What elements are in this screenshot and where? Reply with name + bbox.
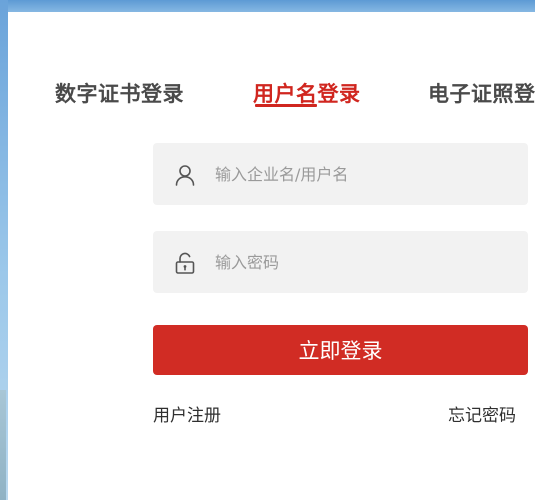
username-field[interactable] bbox=[153, 143, 528, 205]
user-icon bbox=[173, 163, 197, 187]
active-tab-indicator bbox=[255, 104, 317, 107]
login-panel: 数字证书登录 用户名登录 电子证照登 立即登录 用户注册 忘记密码 bbox=[8, 12, 535, 500]
password-field[interactable] bbox=[153, 231, 528, 293]
background-sky-top bbox=[0, 0, 535, 12]
login-button[interactable]: 立即登录 bbox=[153, 325, 528, 375]
username-input[interactable] bbox=[215, 143, 515, 205]
tab-digital-certificate-login[interactable]: 数字证书登录 bbox=[55, 78, 184, 108]
login-tabs: 数字证书登录 用户名登录 电子证照登 bbox=[8, 12, 535, 122]
tab-electronic-license-login[interactable]: 电子证照登 bbox=[428, 78, 535, 108]
password-input[interactable] bbox=[215, 231, 515, 293]
forgot-password-link[interactable]: 忘记密码 bbox=[448, 401, 516, 426]
lock-icon bbox=[173, 251, 197, 275]
register-link[interactable]: 用户注册 bbox=[153, 401, 221, 426]
background-sky-left bbox=[0, 0, 8, 500]
